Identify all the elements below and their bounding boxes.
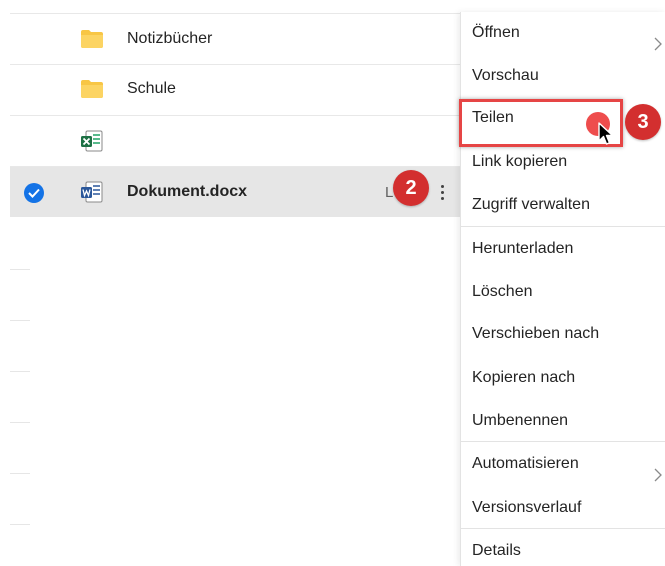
menu-item-label: Details bbox=[472, 542, 521, 559]
file-name[interactable]: Dokument.docx bbox=[127, 182, 247, 202]
menu-item-label: Umbenennen bbox=[472, 412, 569, 429]
file-list: Notizbücher Schule Dokument.docx L bbox=[0, 0, 460, 566]
list-placeholder-line bbox=[10, 524, 30, 525]
menu-item-vorschau[interactable]: Vorschau bbox=[461, 55, 665, 97]
file-row-schule[interactable]: Schule bbox=[10, 65, 460, 115]
menu-item-label: Herunterladen bbox=[472, 240, 574, 257]
list-placeholder-line bbox=[10, 473, 30, 474]
folder-icon bbox=[80, 79, 104, 104]
onedrive-file-view: Notizbücher Schule Dokument.docx L 2 Öff… bbox=[0, 0, 665, 566]
menu-item-label: Versionsverlauf bbox=[472, 499, 582, 516]
excel-file-icon bbox=[80, 130, 104, 157]
context-menu: Öffnen Vorschau Teilen Link kopieren Zug… bbox=[460, 12, 665, 566]
list-placeholder-line bbox=[10, 371, 30, 372]
selected-check-icon[interactable] bbox=[24, 183, 44, 203]
more-options-button[interactable] bbox=[428, 175, 456, 209]
menu-item-label: Öffnen bbox=[472, 24, 520, 41]
mouse-cursor-icon bbox=[598, 122, 614, 151]
file-name[interactable]: Schule bbox=[127, 79, 176, 99]
menu-item-label: Link kopieren bbox=[472, 153, 568, 170]
list-placeholder-line bbox=[10, 320, 30, 321]
menu-item-label: Löschen bbox=[472, 283, 533, 300]
menu-item-oeffnen[interactable]: Öffnen bbox=[461, 12, 665, 54]
list-placeholder-line bbox=[10, 269, 30, 270]
menu-item-link-kopieren[interactable]: Link kopieren bbox=[461, 141, 665, 183]
menu-item-label: Automatisieren bbox=[472, 455, 579, 472]
menu-item-label: Verschieben nach bbox=[472, 325, 600, 342]
file-row-excel[interactable] bbox=[10, 116, 460, 166]
list-placeholder-line bbox=[10, 422, 30, 423]
menu-item-label: Vorschau bbox=[472, 67, 539, 84]
menu-item-zugriff-verwalten[interactable]: Zugriff verwalten bbox=[461, 184, 665, 226]
file-name[interactable]: Notizbücher bbox=[127, 29, 212, 49]
menu-item-label: Zugriff verwalten bbox=[472, 196, 590, 213]
menu-separator bbox=[461, 528, 665, 529]
folder-icon bbox=[80, 29, 104, 54]
menu-separator bbox=[461, 226, 665, 227]
menu-item-umbenennen[interactable]: Umbenennen bbox=[461, 400, 665, 442]
menu-item-versionsverlauf[interactable]: Versionsverlauf bbox=[461, 487, 665, 529]
menu-item-herunterladen[interactable]: Herunterladen bbox=[461, 228, 665, 270]
menu-item-verschieben-nach[interactable]: Verschieben nach bbox=[461, 313, 665, 355]
word-file-icon bbox=[80, 181, 104, 208]
menu-item-automatisieren[interactable]: Automatisieren bbox=[461, 443, 665, 485]
menu-item-details[interactable]: Details bbox=[461, 530, 665, 566]
menu-item-kopieren-nach[interactable]: Kopieren nach bbox=[461, 357, 665, 399]
step-2-badge: 2 bbox=[393, 170, 429, 206]
menu-separator bbox=[461, 441, 665, 442]
file-row-notizbuecher[interactable]: Notizbücher bbox=[10, 14, 460, 64]
menu-item-label: Kopieren nach bbox=[472, 369, 576, 386]
menu-item-loeschen[interactable]: Löschen bbox=[461, 271, 665, 313]
step-3-badge: 3 bbox=[625, 104, 661, 140]
